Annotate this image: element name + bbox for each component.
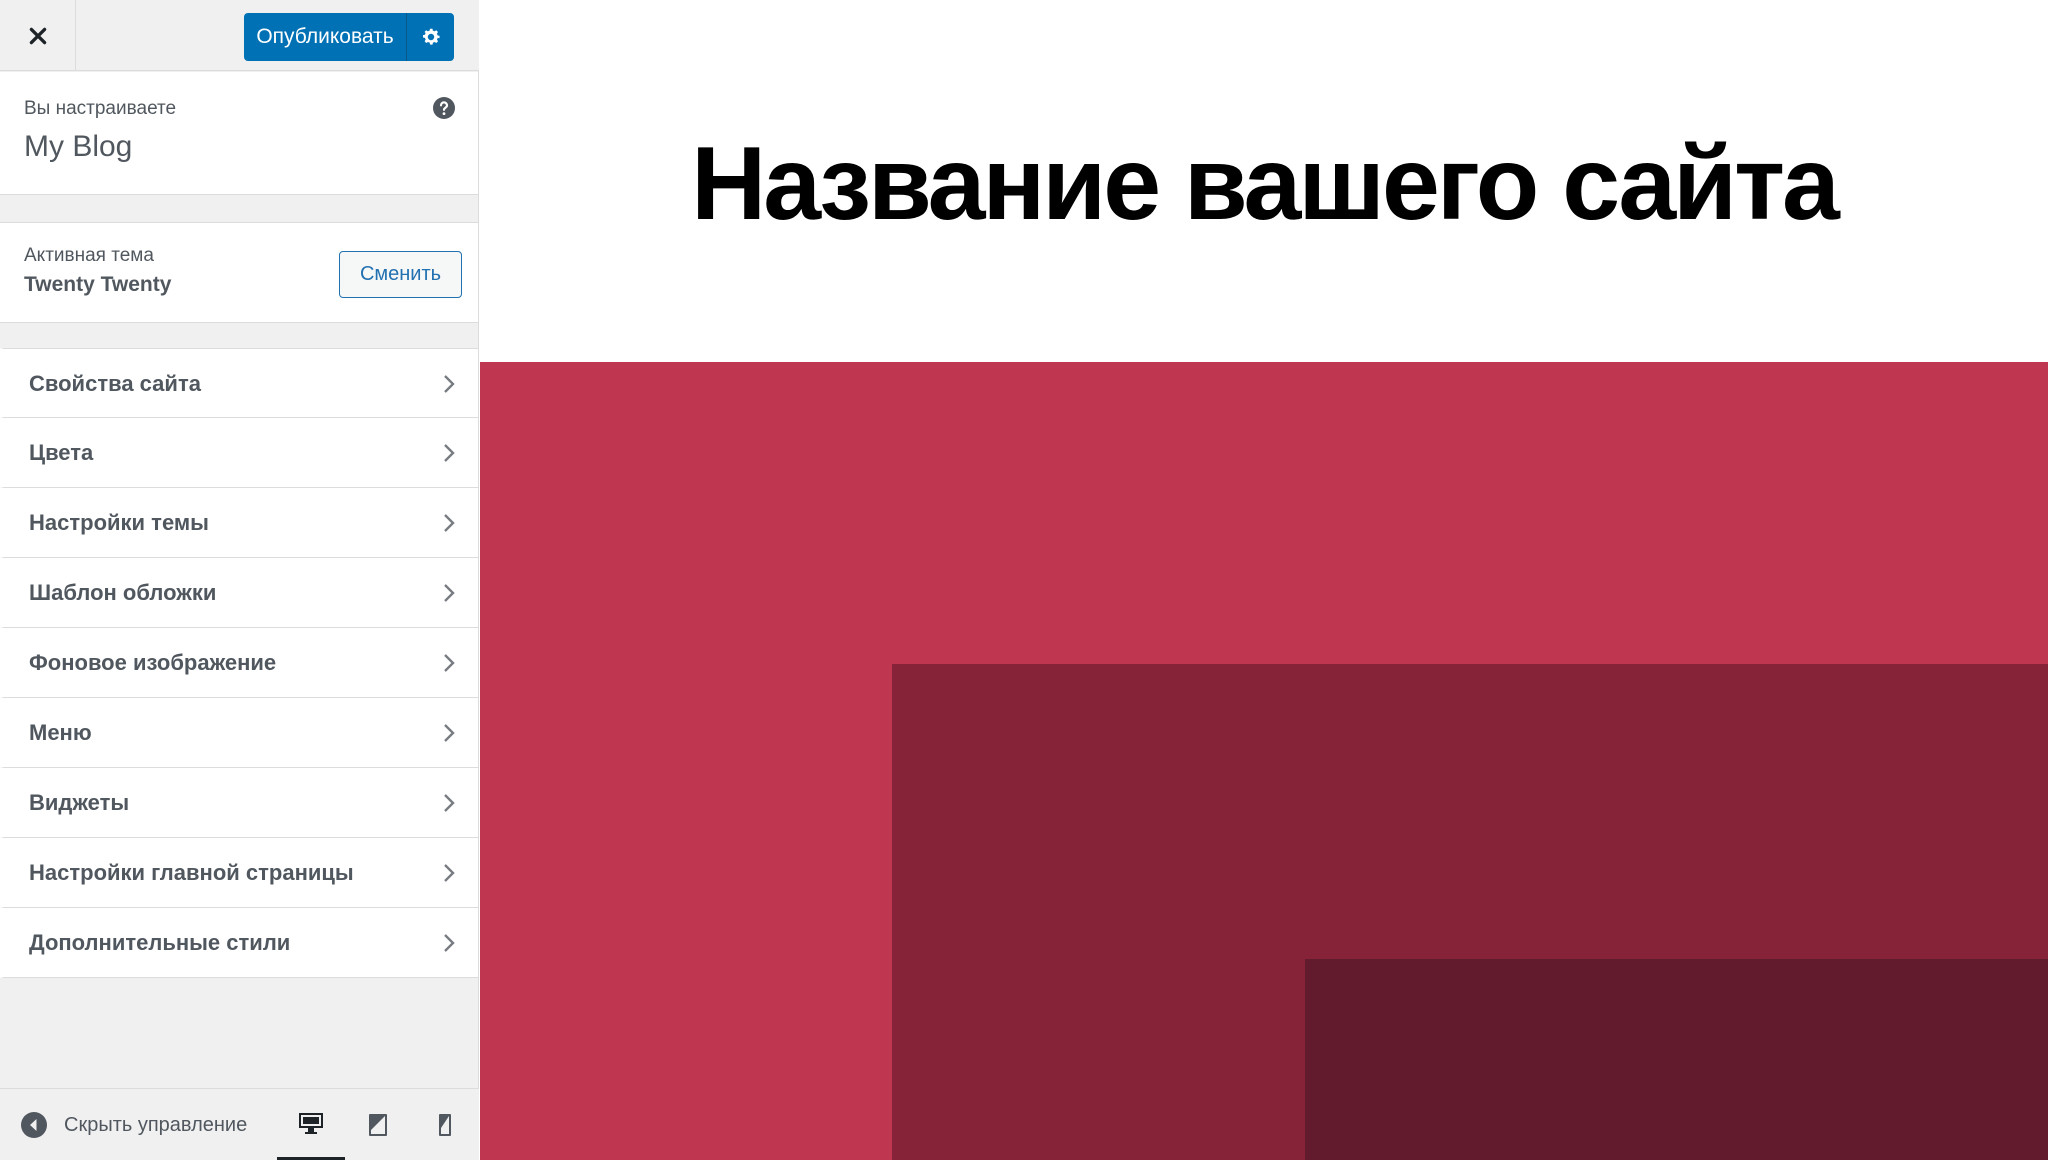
close-button[interactable] (0, 0, 76, 71)
chevron-right-icon (444, 794, 455, 812)
preview-mobile-button[interactable] (411, 1089, 479, 1160)
menu-item-label: Дополнительные стили (29, 930, 291, 955)
change-theme-button[interactable]: Сменить (339, 251, 462, 298)
menu-item-label: Настройки главной страницы (29, 860, 354, 885)
desktop-icon (299, 1113, 323, 1134)
menu-item-label: Цвета (29, 440, 94, 465)
customizer-footer: Скрыть управление (0, 1088, 479, 1160)
menu-item[interactable]: Виджеты (0, 768, 478, 838)
chevron-right-icon (444, 514, 455, 532)
cover-innermost-block (1305, 959, 2048, 1160)
publish-settings-button[interactable] (406, 13, 454, 61)
close-icon (29, 27, 46, 44)
site-header: Название вашего сайта (480, 0, 2048, 362)
menu-item-label: Виджеты (29, 790, 130, 815)
menu-item[interactable]: Фоновое изображение (0, 628, 478, 698)
menu-item-label: Настройки темы (29, 510, 209, 535)
tablet-icon (369, 1114, 387, 1136)
menu-item[interactable]: Цвета (0, 418, 478, 488)
customizer-header: Опубликовать (0, 0, 479, 71)
customizing-info-panel: Вы настраиваете My Blog (0, 72, 478, 195)
chevron-right-icon (444, 724, 455, 742)
menu-item[interactable]: Дополнительные стили (0, 908, 478, 978)
chevron-right-icon (444, 934, 455, 952)
chevron-right-icon (444, 654, 455, 672)
active-theme-caption: Активная тема (24, 245, 154, 266)
preview-tablet-button[interactable] (344, 1089, 412, 1160)
site-title[interactable]: Название вашего сайта (480, 125, 2048, 244)
menu-item-label: Шаблон обложки (29, 580, 217, 605)
menu-item-label: Меню (29, 720, 92, 745)
menu-item-label: Свойства сайта (29, 371, 201, 396)
help-icon[interactable] (432, 96, 456, 120)
preview-desktop-button[interactable] (277, 1089, 345, 1160)
site-name: My Blog (24, 130, 133, 163)
hide-controls-button[interactable]: Скрыть управление (20, 1089, 247, 1160)
menu-item[interactable]: Настройки темы (0, 488, 478, 558)
chevron-right-icon (444, 584, 455, 602)
mobile-icon (439, 1114, 451, 1136)
publish-button[interactable]: Опубликовать (244, 13, 406, 61)
gear-icon (422, 28, 440, 45)
customizing-caption: Вы настраиваете (24, 98, 177, 119)
active-theme-name: Twenty Twenty (24, 273, 172, 296)
chevron-right-icon (444, 864, 455, 882)
hide-controls-label: Скрыть управление (64, 1113, 248, 1136)
collapse-arrow-icon (21, 1112, 47, 1138)
menu-item-label: Фоновое изображение (29, 650, 277, 675)
publish-button-group: Опубликовать (244, 13, 454, 61)
active-theme-panel: Активная тема Twenty Twenty Сменить (0, 222, 478, 323)
cover-block (480, 362, 2048, 1160)
menu-item[interactable]: Свойства сайта (0, 348, 478, 418)
site-preview[interactable]: Название вашего сайта (480, 0, 2048, 1160)
customizer-sidebar: Опубликовать Вы настраиваете My Blog Акт… (0, 0, 479, 1160)
chevron-right-icon (444, 444, 455, 462)
menu-item[interactable]: Шаблон обложки (0, 558, 478, 628)
customizer-sections-list: Свойства сайта Цвета Настройки темы Шаблон … (0, 348, 478, 978)
menu-item[interactable]: Настройки главной страницы (0, 838, 478, 908)
chevron-right-icon (444, 375, 455, 393)
menu-item[interactable]: Меню (0, 698, 478, 768)
